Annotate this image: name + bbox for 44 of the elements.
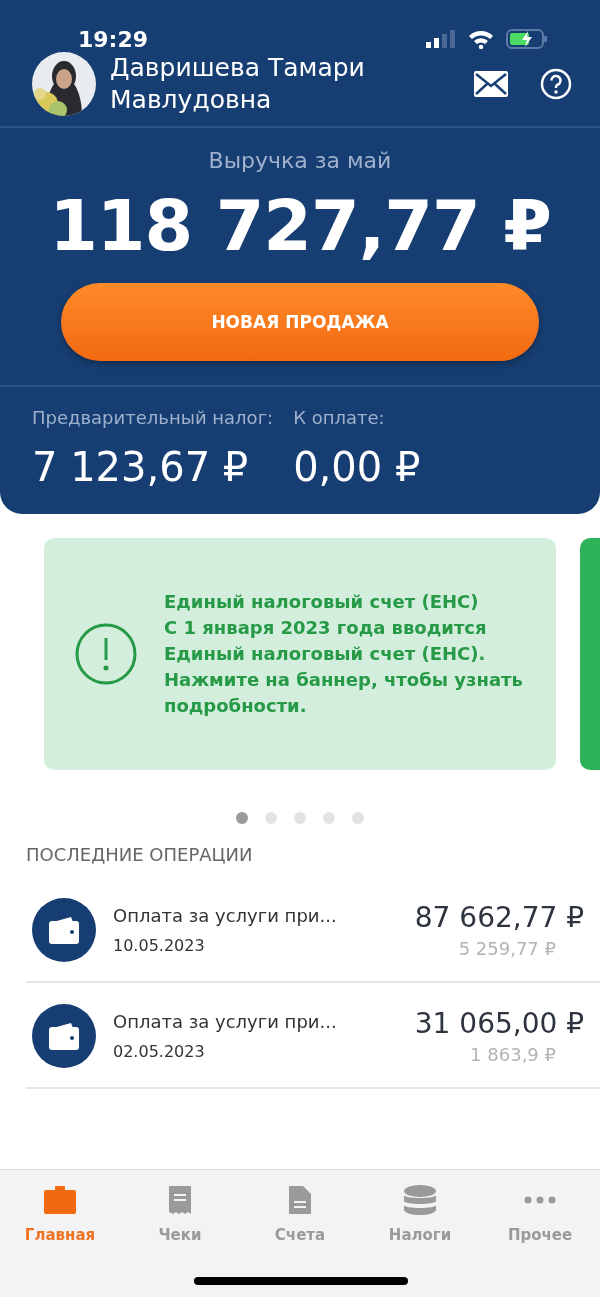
tab[interactable]: Счета [240, 1170, 360, 1254]
tab[interactable]: Прочее [480, 1170, 600, 1254]
battery-icon [506, 29, 548, 49]
operation-tax: 1 863,9 ₽ [470, 1044, 556, 1065]
operation-tax: 5 259,77 ₽ [458, 938, 556, 959]
operation-title: Оплата за услуги при... [113, 905, 338, 926]
operation-title: Оплата за услуги при... [113, 1011, 338, 1032]
operation-amount: 31 065,00 ₽ [414, 1007, 584, 1040]
revenue-amount: 118 727,77 ₽ [48, 185, 552, 267]
document-icon [289, 1186, 311, 1214]
operation-row[interactable]: Оплата за услуги при... 10.05.2023 87 662,77 ₽ 5 259,77 ₽ [26, 877, 600, 983]
carousel-dot[interactable] [265, 812, 277, 824]
receipt-icon [169, 1186, 191, 1214]
operation-date: 10.05.2023 [113, 936, 206, 955]
status-time: 19:29 [78, 26, 149, 52]
briefcase-icon [44, 1186, 76, 1214]
tab[interactable]: Чеки [120, 1170, 240, 1254]
operation-amount: 87 662,77 ₽ [414, 901, 584, 934]
more-icon [524, 1196, 556, 1204]
tax-label: Предварительный налог: [32, 407, 274, 428]
tab[interactable]: Налоги [360, 1170, 480, 1254]
tax-value: 0,00 ₽ [293, 444, 421, 490]
tab[interactable]: Главная [0, 1170, 120, 1254]
mail-button[interactable] [474, 71, 508, 97]
revenue-label: Выручка за май [207, 148, 393, 173]
operation-date: 02.05.2023 [113, 1042, 206, 1061]
carousel-dot[interactable] [352, 812, 364, 824]
tax-banner[interactable]: Единый налоговый счет (ЕНС) С 1 января 2023 года вводится Единый налоговый счет (ЕНС). Нажмите на баннер, чтобы узнать подробности. [44, 538, 556, 770]
carousel-dot[interactable] [323, 812, 335, 824]
banner-title: Единый налоговый счет (ЕНС) [164, 590, 480, 614]
profile-name: Давришева Тамари Мавлудовна [110, 52, 366, 116]
carousel-dot[interactable] [236, 812, 248, 824]
banner-text: С 1 января 2023 года вводится Единый налоговый счет (ЕНС). Нажмите на баннер, чтобы узнать подробности. [164, 616, 524, 718]
signal-icon [426, 30, 456, 48]
tax-value: 7 123,67 ₽ [32, 444, 250, 490]
warning-icon [74, 622, 138, 686]
coins-icon [404, 1185, 436, 1215]
help-button[interactable] [540, 68, 572, 100]
operations-title: ПОСЛЕДНИЕ ОПЕРАЦИИ [25, 843, 254, 867]
tax-label: К оплате: [293, 407, 386, 428]
new-sale-button[interactable]: НОВАЯ ПРОДАЖА [61, 283, 539, 361]
wifi-icon [468, 29, 494, 49]
operation-row[interactable]: Оплата за услуги при... 02.05.2023 31 065,00 ₽ 1 863,9 ₽ [26, 983, 600, 1089]
carousel-dot[interactable] [294, 812, 306, 824]
